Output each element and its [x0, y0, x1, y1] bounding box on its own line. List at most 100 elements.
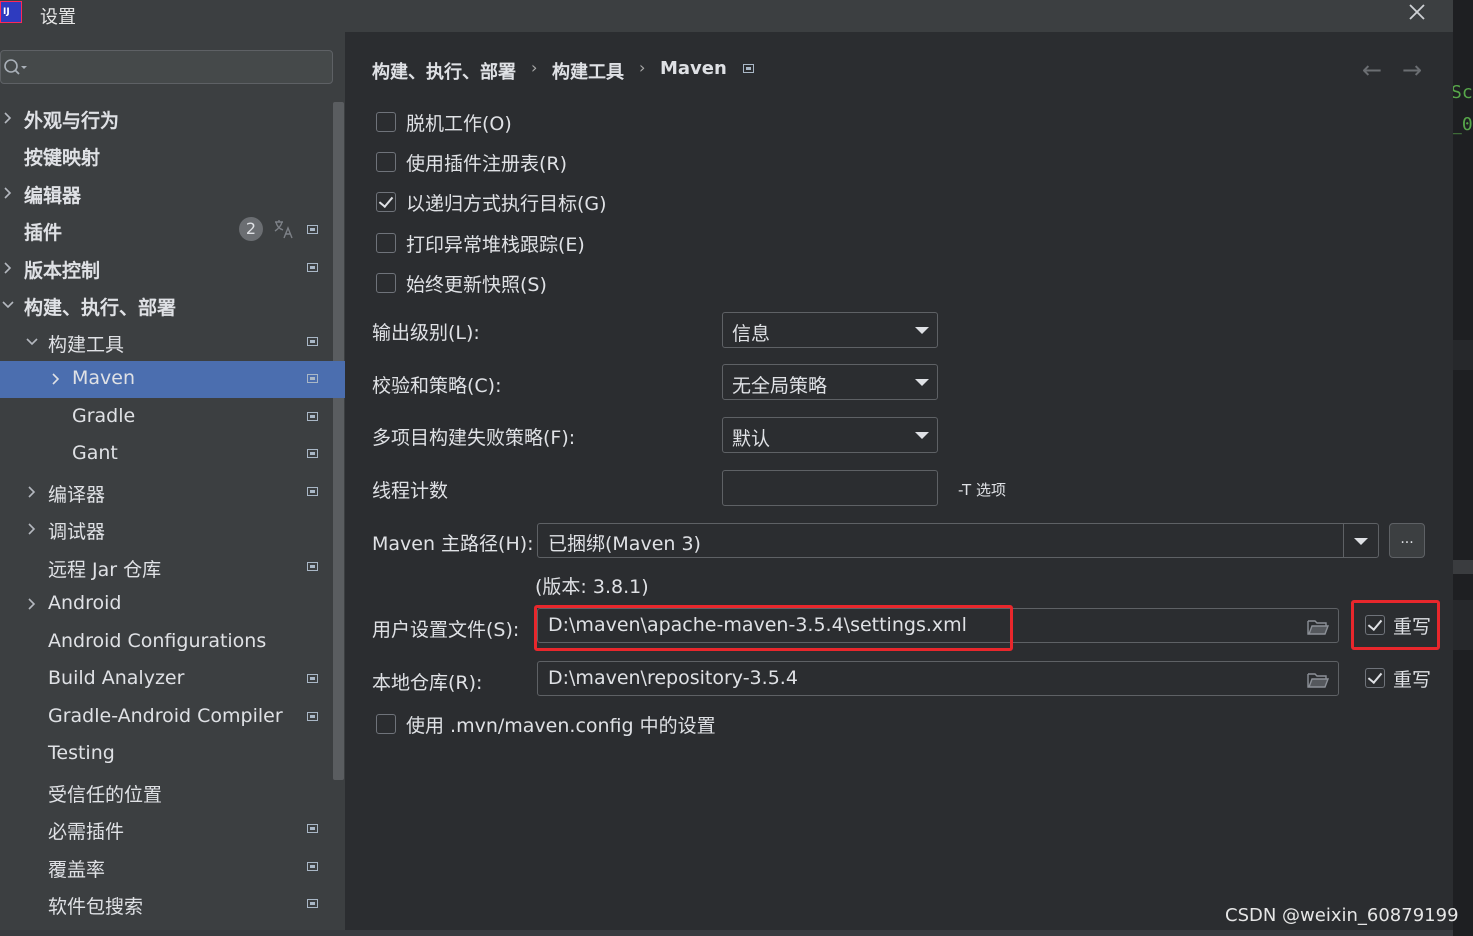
dropdown-arrow-icon [1354, 538, 1368, 545]
project-level-icon [307, 263, 318, 272]
project-level-icon [307, 712, 318, 721]
chevron-right-icon [4, 187, 12, 199]
output-level-label: 输出级别(L): [372, 322, 480, 344]
always-update-label: 始终更新快照(S) [406, 274, 547, 296]
sidebar-item-label: 外观与行为 [24, 110, 120, 132]
sidebar-item-build-tools[interactable]: 构建工具 [0, 324, 345, 361]
back-button[interactable]: ← [1362, 56, 1382, 84]
maven-home-value: 已捆绑(Maven 3) [548, 533, 701, 555]
project-level-icon [307, 562, 318, 571]
sidebar-item-coverage[interactable]: 覆盖率 [0, 849, 345, 886]
sidebar-item-android-configurations[interactable]: Android Configurations [0, 624, 345, 661]
sidebar-item-remote-jar-repositories[interactable]: 远程 Jar 仓库 [0, 549, 345, 586]
sidebar-item-testing[interactable]: Testing [0, 736, 345, 773]
sidebar-item-compiler[interactable]: 编译器 [0, 474, 345, 511]
project-level-icon [307, 225, 318, 234]
offline-label: 脱机工作(O) [406, 113, 512, 135]
sidebar-item-build-analyzer[interactable]: Build Analyzer [0, 661, 345, 698]
breadcrumb-item[interactable]: 构建、执行、部署 [372, 58, 516, 84]
local-repo-value: D:\maven\repository-3.5.4 [548, 667, 798, 689]
multiproject-fail-select[interactable]: 默认 [722, 417, 938, 453]
sidebar-item-label: Gradle [72, 405, 136, 427]
breadcrumb-separator: › [531, 58, 538, 77]
project-level-icon [307, 374, 318, 383]
sidebar-item-gradle-android-compiler[interactable]: Gradle-Android Compiler [0, 699, 345, 736]
sidebar-item-package-search[interactable]: 软件包搜索 [0, 886, 345, 923]
sidebar-item-maven[interactable]: Maven [0, 361, 345, 398]
chevron-down-icon [2, 301, 14, 309]
sidebar-item-trusted-locations[interactable]: 受信任的位置 [0, 774, 345, 811]
chevron-right-icon [52, 373, 60, 385]
thread-count-input[interactable] [722, 470, 938, 506]
print-stack-label: 打印异常堆栈跟踪(E) [406, 234, 585, 256]
plugin-registry-label: 使用插件注册表(R) [406, 153, 568, 175]
sidebar-item-gradle[interactable]: Gradle [0, 399, 345, 436]
output-level-value: 信息 [732, 323, 771, 345]
dropdown-arrow-icon [915, 432, 929, 439]
highlight-annotation [1351, 600, 1440, 650]
settings-sidebar: 外观与行为 按键映射 编辑器 插件 2 版本控制 构建、执行、部署 构建工具 M… [0, 32, 345, 936]
sidebar-item-label: 必需插件 [48, 821, 125, 843]
sidebar-item-debugger[interactable]: 调试器 [0, 511, 345, 548]
title-bar: IJ 设置 [0, 0, 1453, 32]
print-stack-checkbox[interactable] [376, 233, 396, 253]
sidebar-item-android[interactable]: Android [0, 586, 345, 623]
settings-search-input[interactable] [0, 50, 333, 84]
folder-icon[interactable] [1306, 617, 1330, 637]
maven-home-dropdown-button[interactable] [1343, 524, 1378, 557]
maven-home-browse-button[interactable]: ... [1389, 523, 1425, 558]
plugin-registry-checkbox[interactable] [376, 152, 396, 172]
sidebar-item-appearance[interactable]: 外观与行为 [0, 100, 345, 137]
sidebar-item-build-execution-deployment[interactable]: 构建、执行、部署 [0, 287, 345, 324]
breadcrumb-item[interactable]: 构建工具 [552, 58, 624, 84]
multiproject-fail-label: 多项目构建失败策略(F): [372, 427, 576, 449]
breadcrumb-separator: › [639, 58, 646, 77]
sidebar-item-label: 构建工具 [48, 334, 125, 356]
forward-button[interactable]: → [1402, 56, 1422, 84]
checksum-policy-label: 校验和策略(C): [372, 375, 502, 397]
sidebar-item-keymap[interactable]: 按键映射 [0, 137, 345, 174]
local-repo-label: 本地仓库(R): [372, 672, 483, 694]
offline-checkbox[interactable] [376, 112, 396, 132]
project-level-icon [307, 899, 318, 908]
sidebar-item-plugins[interactable]: 插件 2 [0, 212, 345, 249]
sidebar-item-label: Testing [48, 742, 115, 764]
chevron-right-icon [4, 112, 12, 124]
search-icon [4, 59, 27, 75]
mvn-config-checkbox[interactable] [376, 714, 396, 734]
maven-home-select[interactable]: 已捆绑(Maven 3) [537, 523, 1379, 558]
dropdown-arrow-icon [915, 379, 929, 386]
always-update-checkbox[interactable] [376, 273, 396, 293]
intellij-logo-icon: IJ [0, 1, 22, 23]
recursive-checkbox[interactable] [376, 192, 396, 212]
project-level-icon [307, 487, 318, 496]
local-repo-field[interactable]: D:\maven\repository-3.5.4 [537, 661, 1339, 696]
sidebar-item-version-control[interactable]: 版本控制 [0, 250, 345, 287]
folder-icon[interactable] [1306, 670, 1330, 690]
sidebar-item-gant[interactable]: Gant [0, 436, 345, 473]
window-title: 设置 [40, 7, 76, 28]
close-icon [1409, 4, 1425, 20]
chevron-right-icon [28, 486, 36, 498]
chevron-down-icon [26, 338, 38, 346]
plugins-update-badge: 2 [239, 217, 263, 241]
sidebar-item-label: 调试器 [48, 521, 106, 543]
maven-version-note: (版本: 3.8.1) [535, 576, 649, 598]
project-level-icon [743, 64, 754, 73]
mvn-config-label: 使用 .mvn/maven.config 中的设置 [406, 715, 716, 737]
checksum-policy-value: 无全局策略 [732, 375, 828, 397]
checksum-policy-select[interactable]: 无全局策略 [722, 364, 938, 400]
local-repo-override-checkbox[interactable] [1365, 668, 1385, 688]
recursive-label: 以递归方式执行目标(G) [406, 193, 607, 215]
sidebar-item-label: Maven [72, 367, 136, 389]
close-button[interactable] [1403, 0, 1431, 28]
thread-count-hint: -T 选项 [958, 481, 1006, 499]
translate-icon [274, 220, 293, 239]
sidebar-item-editor[interactable]: 编辑器 [0, 175, 345, 212]
project-level-icon [307, 862, 318, 871]
user-settings-label: 用户设置文件(S): [372, 619, 520, 641]
sidebar-item-required-plugins[interactable]: 必需插件 [0, 811, 345, 848]
local-repo-override-label: 重写 [1393, 669, 1432, 691]
sidebar-item-label: 版本控制 [24, 260, 101, 282]
output-level-select[interactable]: 信息 [722, 312, 938, 348]
